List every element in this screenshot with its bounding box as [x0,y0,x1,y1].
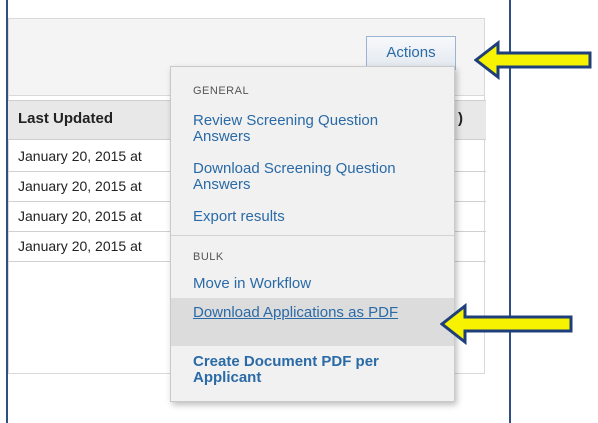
annotation-arrow-actions-icon [474,40,592,80]
actions-dropdown-menu: GENERAL Review Screening Question Answer… [170,66,455,402]
menu-item-create-document-pdf[interactable]: Create Document PDF per Applicant [193,354,433,386]
menu-item-download-applications-pdf[interactable]: Download Applications as PDF [193,305,433,321]
menu-item-download-screening-answers[interactable]: Download Screening Question Answers [193,161,433,193]
table-cell-last-updated: January 20, 2015 at [18,238,142,254]
actions-button[interactable]: Actions [366,36,456,70]
column-header-last-updated[interactable]: Last Updated [18,110,113,127]
table-cell-last-updated: January 20, 2015 at [18,208,142,224]
menu-item-move-in-workflow[interactable]: Move in Workflow [193,276,433,292]
menu-divider [171,235,454,236]
menu-item-review-screening-answers[interactable]: Review Screening Question Answers [193,113,433,145]
table-cell-last-updated: January 20, 2015 at [18,148,142,164]
menu-item-export-results[interactable]: Export results [193,209,433,225]
column-header-truncated: ) [458,110,463,127]
menu-section-general: GENERAL [193,85,250,97]
annotation-arrow-download-pdf-icon [440,303,573,345]
menu-section-bulk: BULK [193,251,224,263]
table-cell-last-updated: January 20, 2015 at [18,178,142,194]
